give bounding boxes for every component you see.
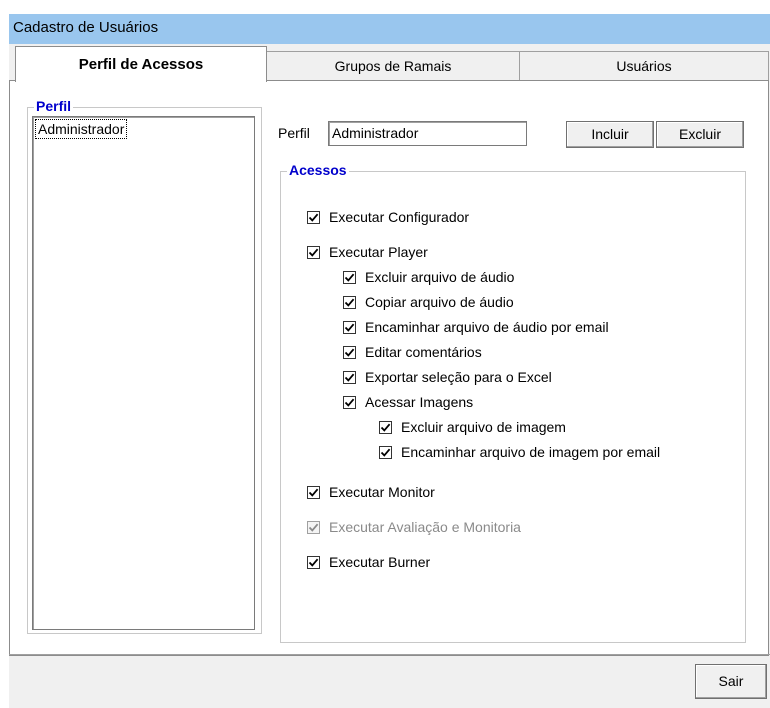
checkmark-icon xyxy=(343,295,356,309)
tab-strip: Perfil de Acessos Grupos de Ramais Usuár… xyxy=(9,44,770,82)
checkbox-label: Exportar seleção para o Excel xyxy=(365,369,552,385)
window: Cadastro de Usuários Perfil de Acessos G… xyxy=(0,0,770,708)
checkbox-label: Copiar arquivo de áudio xyxy=(365,294,514,310)
window-title: Cadastro de Usuários xyxy=(13,19,159,36)
checkbox-executar-monitor[interactable]: Executar Monitor xyxy=(307,483,435,501)
checkmark-icon xyxy=(307,520,320,534)
checkbox-label: Encaminhar arquivo de imagem por email xyxy=(401,444,661,460)
checkbox-editar-comentarios[interactable]: Editar comentários xyxy=(343,343,482,361)
checkmark-icon xyxy=(343,270,356,284)
checkbox-executar-burner[interactable]: Executar Burner xyxy=(307,553,430,571)
checkbox-label: Excluir arquivo de áudio xyxy=(365,269,515,285)
acessos-legend: Acessos xyxy=(287,162,349,178)
checkbox-executar-player[interactable]: Executar Player xyxy=(307,243,428,261)
footer-divider xyxy=(9,654,770,657)
checkbox-encaminhar-arquivo-imagem-email[interactable]: Encaminhar arquivo de imagem por email xyxy=(379,443,660,461)
checkmark-icon xyxy=(307,485,320,499)
checkbox-encaminhar-arquivo-audio-email[interactable]: Encaminhar arquivo de áudio por email xyxy=(343,318,609,336)
perfil-listbox[interactable]: Administrador xyxy=(32,116,255,630)
perfil-legend: Perfil xyxy=(34,98,74,114)
checkmark-icon xyxy=(343,320,356,334)
checkmark-icon xyxy=(307,245,320,259)
checkmark-icon xyxy=(307,210,320,224)
checkbox-label: Acessar Imagens xyxy=(365,394,474,410)
checkbox-executar-configurador[interactable]: Executar Configurador xyxy=(307,208,469,226)
checkbox-label: Encaminhar arquivo de áudio por email xyxy=(365,319,609,335)
acessos-groupbox: Acessos Executar Configurador Executar P… xyxy=(280,162,746,643)
checkbox-excluir-arquivo-imagem[interactable]: Excluir arquivo de imagem xyxy=(379,418,566,436)
perfil-name-field[interactable]: Administrador xyxy=(328,121,527,146)
sair-button[interactable]: Sair xyxy=(695,664,767,699)
client-area: Perfil de Acessos Grupos de Ramais Usuár… xyxy=(9,44,770,708)
checkbox-exportar-selecao-excel[interactable]: Exportar seleção para o Excel xyxy=(343,368,552,386)
excluir-button[interactable]: Excluir xyxy=(656,121,744,148)
list-item[interactable]: Administrador xyxy=(35,119,128,139)
checkbox-copiar-arquivo-audio[interactable]: Copiar arquivo de áudio xyxy=(343,293,514,311)
tab-panel-perfil-de-acessos: Perfil Administrador Perfil Administrado… xyxy=(9,80,769,656)
window-left-edge xyxy=(0,0,9,708)
checkbox-label: Excluir arquivo de imagem xyxy=(401,419,566,435)
tab-grupos-de-ramais[interactable]: Grupos de Ramais xyxy=(265,51,521,81)
checkbox-executar-avaliacao-monitoria: Executar Avaliação e Monitoria xyxy=(307,518,521,536)
tab-perfil-de-acessos[interactable]: Perfil de Acessos xyxy=(15,46,267,82)
checkbox-label: Executar Monitor xyxy=(329,484,435,500)
perfil-label: Perfil xyxy=(278,125,310,141)
checkbox-label: Executar Configurador xyxy=(329,209,470,225)
checkmark-icon xyxy=(379,445,392,459)
checkbox-label: Editar comentários xyxy=(365,344,482,360)
checkbox-label: Executar Burner xyxy=(329,554,431,570)
checkbox-acessar-imagens[interactable]: Acessar Imagens xyxy=(343,393,473,411)
checkmark-icon xyxy=(343,370,356,384)
checkmark-icon xyxy=(343,345,356,359)
perfil-groupbox: Perfil Administrador xyxy=(27,98,262,634)
incluir-button[interactable]: Incluir xyxy=(566,121,654,148)
checkmark-icon xyxy=(343,395,356,409)
checkmark-icon xyxy=(379,420,392,434)
checkbox-label: Executar Avaliação e Monitoria xyxy=(329,519,521,535)
checkbox-excluir-arquivo-audio[interactable]: Excluir arquivo de áudio xyxy=(343,268,514,286)
tab-usuarios[interactable]: Usuários xyxy=(519,51,769,81)
checkmark-icon xyxy=(307,555,320,569)
checkbox-label: Executar Player xyxy=(329,244,428,260)
title-bar: Cadastro de Usuários xyxy=(9,14,770,45)
